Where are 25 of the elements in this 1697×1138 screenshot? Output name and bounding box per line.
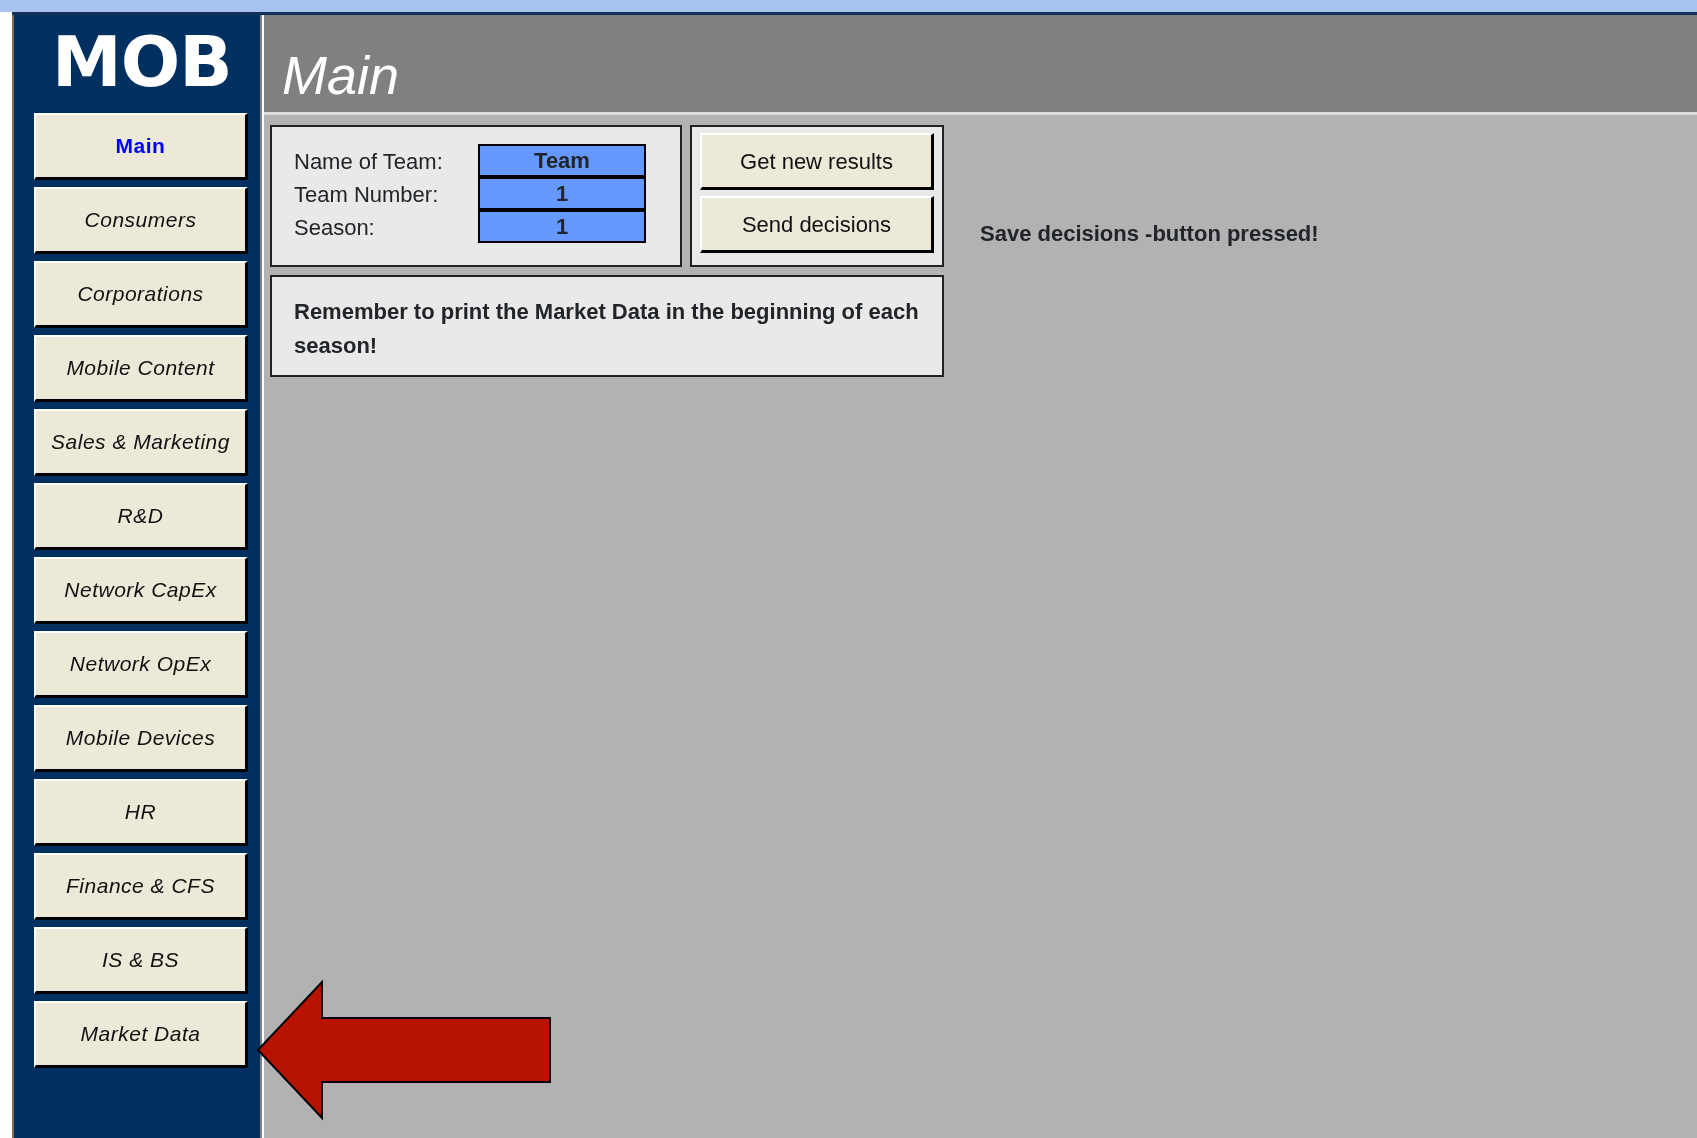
status-message: Save decisions -button pressed!	[980, 220, 1319, 248]
nav-button[interactable]: R&D	[34, 483, 248, 550]
nav-button[interactable]: Sales & Marketing	[34, 409, 248, 476]
nav-button[interactable]: Market Data	[34, 1001, 248, 1068]
nav-button[interactable]: Mobile Devices	[34, 705, 248, 772]
nav-button[interactable]: Finance & CFS	[34, 853, 248, 920]
field-label: Name of Team:	[294, 148, 444, 176]
nav-button[interactable]: Main	[34, 113, 248, 180]
page-title: Main	[282, 46, 400, 106]
value-cell: 1	[478, 210, 646, 243]
nav-button[interactable]: Network OpEx	[34, 631, 248, 698]
nav-button[interactable]: Mobile Content	[34, 335, 248, 402]
value-cell: 1	[478, 177, 646, 210]
nav-button[interactable]: HR	[34, 779, 248, 846]
field-label: Season:	[294, 214, 376, 242]
nav-button[interactable]: IS & BS	[34, 927, 248, 994]
nav-button[interactable]: Consumers	[34, 187, 248, 254]
reminder-note: Remember to print the Market Data in the beginning of each season!	[270, 275, 944, 377]
action-button[interactable]: Send decisions	[700, 196, 934, 253]
logo-text: MOB	[51, 27, 232, 97]
nav-button[interactable]: Network CapEx	[34, 557, 248, 624]
action-button[interactable]: Get new results	[700, 133, 934, 190]
field-label: Team Number:	[294, 181, 440, 209]
nav-button[interactable]: Corporations	[34, 261, 248, 328]
value-cell: Team	[478, 144, 646, 177]
